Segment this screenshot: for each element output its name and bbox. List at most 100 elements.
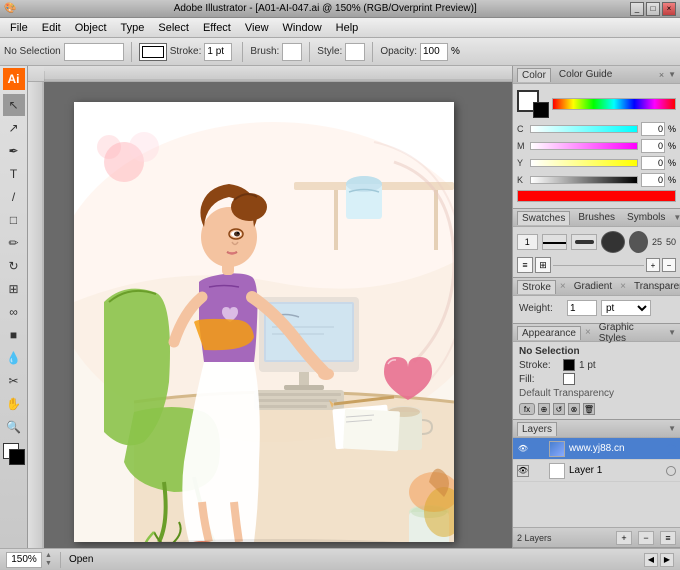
layer-item-1[interactable]: 👁 Layer 1 (513, 460, 680, 482)
color-m-value[interactable] (641, 139, 665, 153)
nav-right-btn[interactable]: ▶ (660, 553, 674, 567)
tool-gradient[interactable]: ■ (3, 324, 25, 346)
tool-hand[interactable]: ✋ (3, 393, 25, 415)
tab-symbols[interactable]: Symbols (623, 211, 669, 224)
color-panel-body: C % M % Y % K (513, 84, 680, 208)
tab-color[interactable]: Color (517, 68, 551, 82)
zoom-down-arrow[interactable]: ▼ (45, 560, 52, 567)
tab-appearance[interactable]: Appearance (517, 326, 581, 340)
color-result-bar[interactable] (517, 190, 676, 202)
tool-scissors[interactable]: ✂ (3, 370, 25, 392)
brush-circle-1[interactable] (601, 231, 625, 253)
layer-lock-0[interactable] (533, 443, 545, 455)
tool-zoom[interactable]: 🔍 (3, 416, 25, 438)
layers-add-btn[interactable]: + (616, 531, 632, 545)
tab-brushes[interactable]: Brushes (574, 211, 619, 224)
background-box[interactable] (533, 102, 549, 118)
selection-input[interactable] (64, 43, 124, 61)
brush-item-1[interactable]: 1 (517, 234, 538, 250)
maximize-btn[interactable]: □ (646, 2, 660, 16)
nav-left-btn[interactable]: ◀ (644, 553, 658, 567)
tool-type[interactable]: T (3, 163, 25, 185)
tool-direct-select[interactable]: ↗ (3, 117, 25, 139)
tool-rotate[interactable]: ↻ (3, 255, 25, 277)
color-squares[interactable] (3, 443, 25, 465)
weight-value[interactable] (567, 300, 597, 316)
app-stroke-swatch[interactable] (563, 359, 575, 371)
tab-layers[interactable]: Layers (517, 422, 557, 436)
canvas-area[interactable]: for(var i=0;i<480;i+=10){ var tick = (i%… (28, 66, 512, 548)
app-btn-3[interactable]: ↺ (553, 403, 565, 415)
tool-line[interactable]: / (3, 186, 25, 208)
color-spectrum-bar[interactable] (552, 98, 676, 110)
swatches-grid-btn[interactable]: ⊞ (535, 257, 551, 273)
layers-panel-collapse[interactable]: ▼ (668, 424, 676, 433)
color-k-value[interactable] (641, 173, 665, 187)
app-stroke-label: Stroke: (519, 360, 559, 371)
layer-target-1[interactable] (666, 466, 676, 476)
menu-type[interactable]: Type (115, 20, 151, 36)
tool-pen[interactable]: ✒ (3, 140, 25, 162)
tool-scale[interactable]: ⊞ (3, 278, 25, 300)
style-input[interactable] (345, 43, 365, 61)
color-c-slider[interactable] (530, 125, 638, 133)
layers-del-btn[interactable]: − (638, 531, 654, 545)
brush-stroke-1[interactable] (542, 234, 568, 250)
tool-select[interactable]: ↖ (3, 94, 25, 116)
color-panel-close[interactable]: × (659, 70, 664, 80)
tab-transparency[interactable]: Transparency (630, 280, 680, 293)
opacity-input[interactable] (420, 43, 448, 61)
weight-unit-select[interactable]: pt px mm (601, 300, 651, 316)
menu-help[interactable]: Help (330, 20, 365, 36)
stroke-color-box[interactable] (139, 43, 167, 61)
foreground-color-swatch[interactable] (9, 449, 25, 465)
foreground-background-boxes[interactable] (517, 90, 549, 118)
brush-input[interactable] (282, 43, 302, 61)
color-k-slider[interactable] (530, 176, 638, 184)
layers-menu-btn[interactable]: ≡ (660, 531, 676, 545)
appearance-panel-collapse[interactable]: ▼ (668, 328, 676, 337)
menu-effect[interactable]: Effect (197, 20, 237, 36)
zoom-input[interactable] (6, 552, 42, 568)
layer-vis-1[interactable]: 👁 (517, 465, 529, 477)
color-y-value[interactable] (641, 156, 665, 170)
tab-color-guide[interactable]: Color Guide (555, 68, 616, 81)
color-m-slider[interactable] (530, 142, 638, 150)
close-btn[interactable]: × (662, 2, 676, 16)
menu-edit[interactable]: Edit (36, 20, 67, 36)
layer-item-0[interactable]: 👁 www.yj88.cn (513, 438, 680, 460)
tool-rect[interactable]: □ (3, 209, 25, 231)
layer-vis-0[interactable]: 👁 (517, 443, 529, 455)
tab-gradient[interactable]: Gradient (570, 280, 616, 293)
tool-brush[interactable]: ✏ (3, 232, 25, 254)
menu-window[interactable]: Window (277, 20, 328, 36)
brush-stroke-2[interactable] (571, 234, 597, 250)
layer-lock-1[interactable] (533, 465, 545, 477)
tool-eyedropper[interactable]: 💧 (3, 347, 25, 369)
app-btn-4[interactable]: ⊗ (568, 403, 580, 415)
tab-graphic-styles[interactable]: Graphic Styles (595, 321, 664, 345)
stroke-value-input[interactable] (204, 43, 232, 61)
swatches-del-btn[interactable]: − (662, 258, 676, 272)
menu-select[interactable]: Select (152, 20, 195, 36)
swatches-menu-btn[interactable]: ≡ (517, 257, 533, 273)
app-btn-1[interactable]: fx (519, 403, 535, 415)
brush-circle-2[interactable] (629, 231, 648, 253)
color-y-slider[interactable] (530, 159, 638, 167)
menu-view[interactable]: View (239, 20, 275, 36)
app-btn-trash[interactable]: 🗑 (583, 403, 595, 415)
menu-file[interactable]: File (4, 20, 34, 36)
tab-stroke[interactable]: Stroke (517, 280, 556, 294)
layer-target-0[interactable] (666, 444, 676, 454)
tool-blend[interactable]: ∞ (3, 301, 25, 323)
tab-swatches[interactable]: Swatches (517, 211, 570, 225)
menu-object[interactable]: Object (69, 20, 113, 36)
swatches-panel-collapse[interactable]: ▼ (673, 213, 680, 222)
color-panel-collapse[interactable]: ▼ (668, 70, 676, 79)
zoom-up-arrow[interactable]: ▲ (45, 552, 52, 559)
color-c-value[interactable] (641, 122, 665, 136)
app-btn-2[interactable]: ⊕ (538, 403, 550, 415)
app-fill-swatch[interactable] (563, 373, 575, 385)
swatches-add-btn[interactable]: + (646, 258, 660, 272)
minimize-btn[interactable]: _ (630, 2, 644, 16)
